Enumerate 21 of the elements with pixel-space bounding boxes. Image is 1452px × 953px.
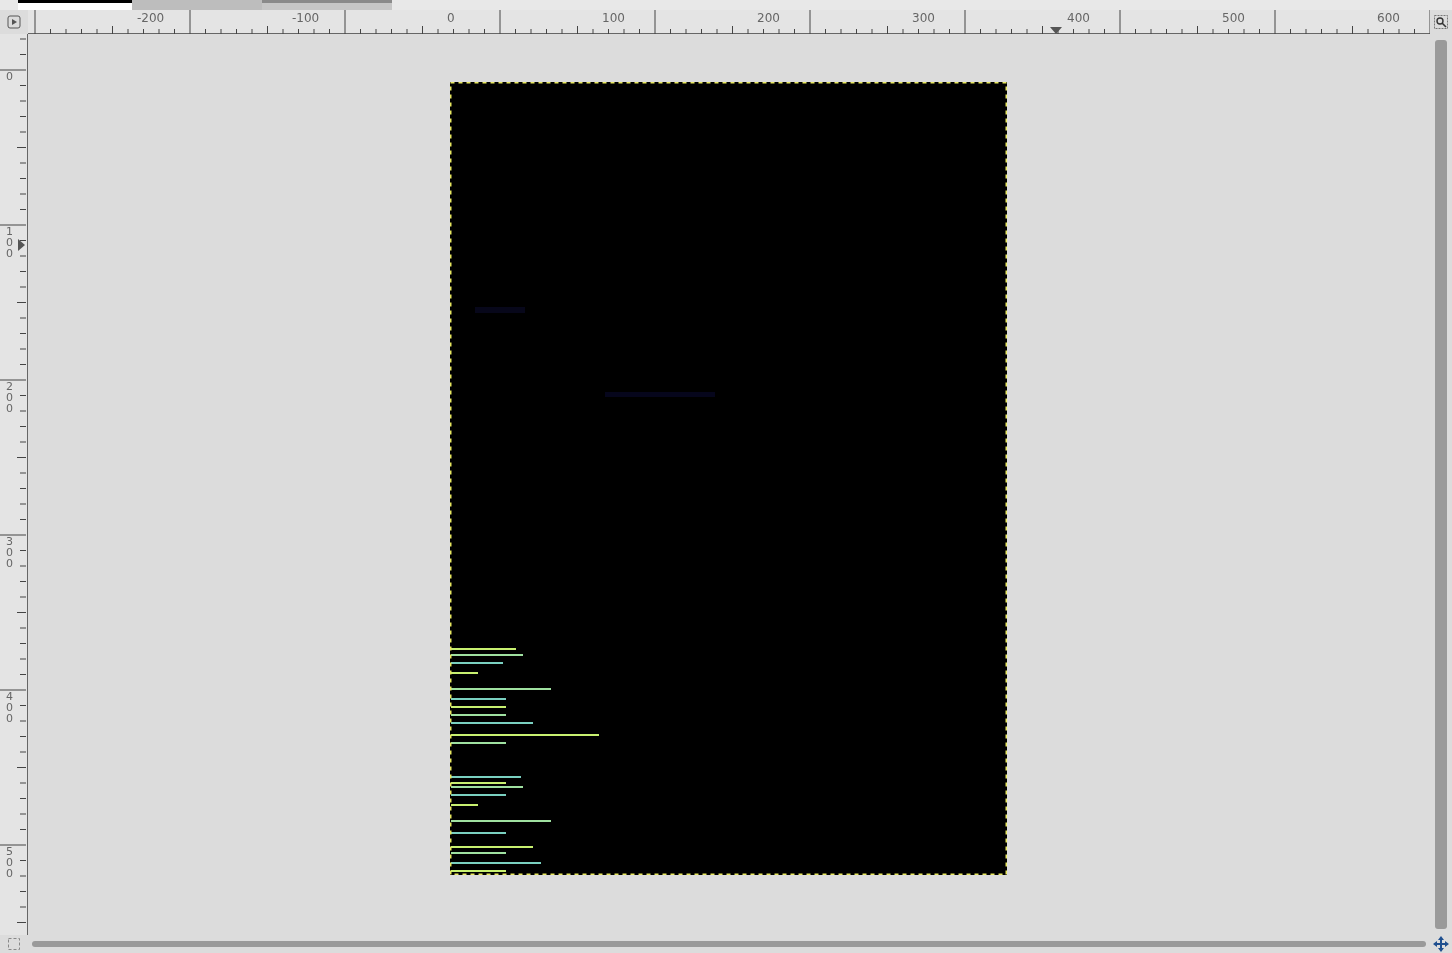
move-arrows-icon — [1433, 936, 1449, 952]
ruler-label: 400 — [6, 691, 13, 724]
ruler-label: 300 — [6, 536, 13, 569]
ruler-label: 400 — [1067, 11, 1090, 25]
ruler-label: -100 — [292, 11, 320, 25]
magnifier-icon — [1434, 15, 1448, 29]
dashed-square-icon — [7, 937, 21, 951]
ruler-label: -200 — [137, 11, 165, 25]
ruler-label: 500 — [1222, 11, 1245, 25]
ruler-label: 200 — [757, 11, 780, 25]
ruler-label: 0 — [6, 71, 13, 82]
pointer-marker-icon — [18, 239, 25, 251]
ruler-label: 500 — [6, 846, 13, 879]
ruler-label: 300 — [912, 11, 935, 25]
play-icon — [7, 15, 21, 29]
ruler-label: 100 — [6, 226, 13, 259]
ruler-label: 200 — [6, 381, 13, 414]
ruler-label: 100 — [602, 11, 625, 25]
ruler-label: 600 — [1377, 11, 1400, 25]
ruler-label: 0 — [447, 11, 455, 25]
pointer-marker-icon — [1050, 27, 1062, 34]
